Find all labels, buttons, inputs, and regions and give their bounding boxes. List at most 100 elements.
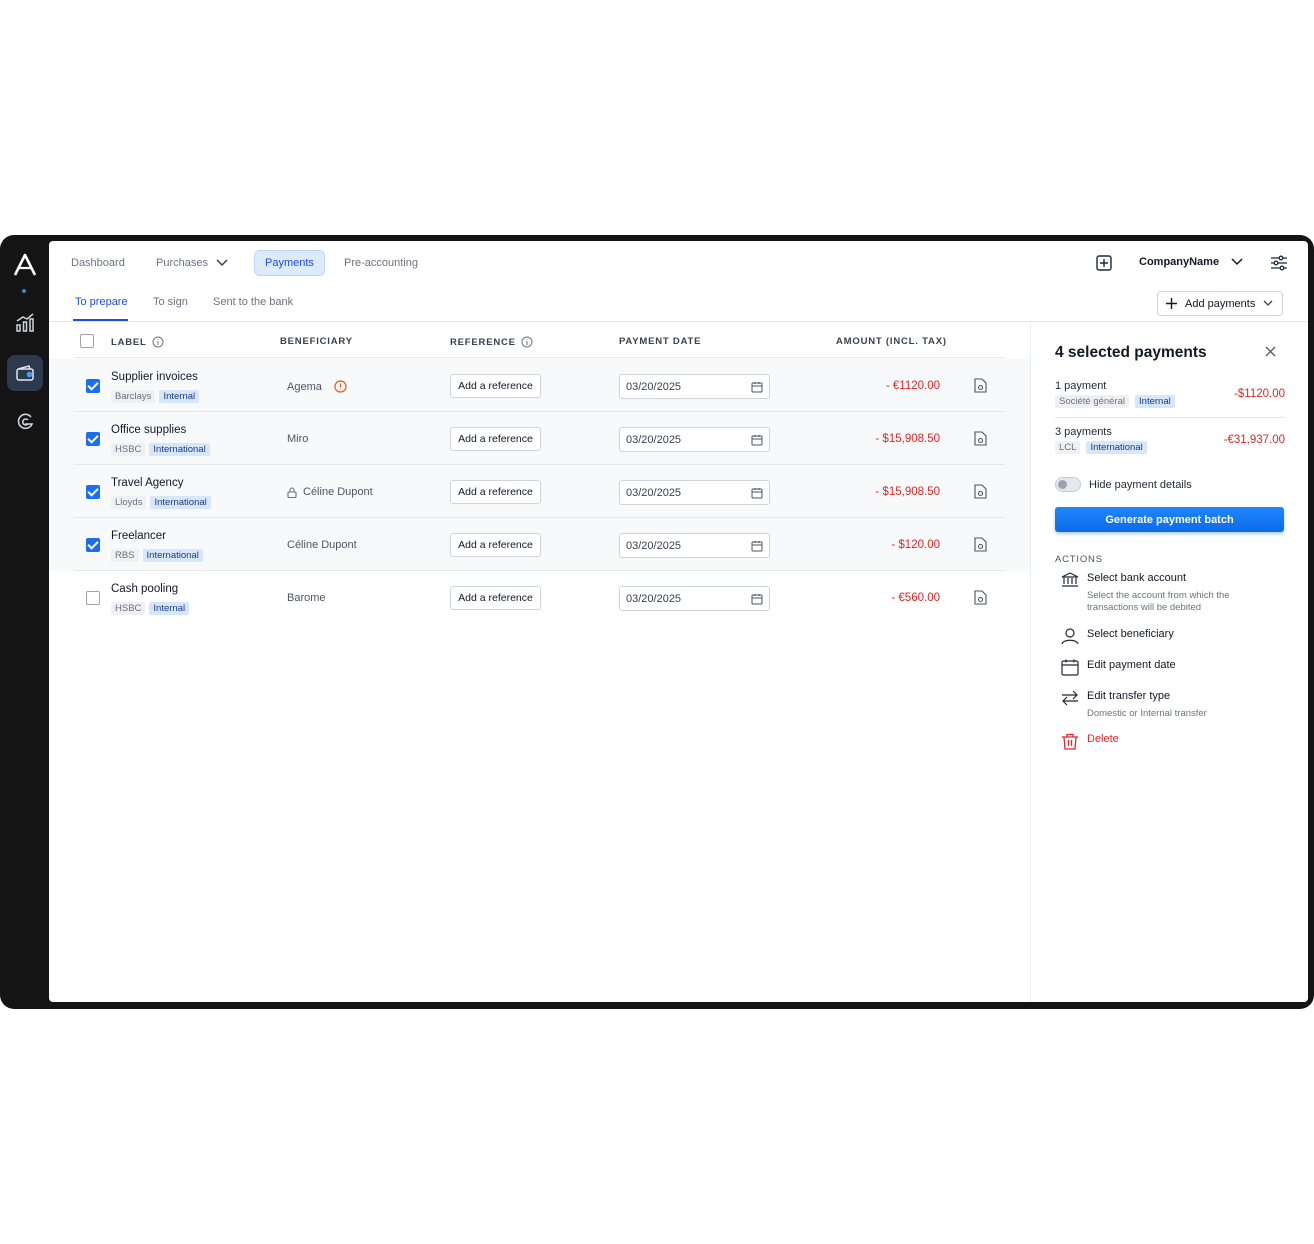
generate-batch-button[interactable]: Generate payment batch: [1055, 507, 1284, 532]
warning-icon[interactable]: [334, 380, 347, 393]
add-reference-button[interactable]: Add a reference: [450, 480, 541, 504]
settings-button[interactable]: [1270, 254, 1288, 272]
payment-date-input[interactable]: 03/20/2025: [619, 480, 770, 505]
transfer-type-tag: Internal: [149, 602, 190, 615]
summary-amount: -€31,937.00: [1223, 434, 1285, 446]
left-rail: [0, 235, 49, 1009]
col-payment-date: PAYMENT DATE: [619, 336, 701, 347]
row-amount: - €1120.00: [885, 380, 940, 392]
payment-summary: 3 payments LCL International -€31,937.00: [1055, 426, 1285, 454]
select-all-checkbox[interactable]: [80, 334, 94, 348]
document-icon[interactable]: [974, 484, 987, 499]
nav-pre-accounting[interactable]: Pre-accounting: [334, 250, 428, 276]
document-icon[interactable]: [974, 431, 987, 446]
row-label: Travel Agency: [111, 477, 184, 489]
chart-icon: [16, 313, 34, 332]
payment-date-value: 03/20/2025: [626, 592, 682, 605]
transfer-type-tag: Internal: [159, 390, 200, 403]
action-label: Select bank account: [1087, 572, 1187, 584]
table-row[interactable]: Freelancer RBS International Céline Dupon…: [49, 518, 1030, 571]
nav-purchases[interactable]: Purchases: [146, 250, 238, 276]
nav-dashboard[interactable]: Dashboard: [61, 250, 135, 276]
row-amount: - $15,908.50: [875, 486, 940, 498]
beneficiary: Céline Dupont: [287, 539, 357, 551]
integrations-rail-button[interactable]: [7, 404, 43, 440]
actions-heading: ACTIONS: [1055, 554, 1103, 565]
beneficiary-name: Agema: [287, 380, 322, 393]
beneficiary: Barome: [287, 592, 326, 604]
action-edit-payment-date[interactable]: Edit payment date: [1061, 659, 1176, 676]
nav-purchases-label: Purchases: [156, 257, 208, 269]
action-select-beneficiary[interactable]: Select beneficiary: [1061, 628, 1174, 645]
beneficiary-name: Céline Dupont: [287, 539, 357, 551]
bank-tag: Lloyds: [111, 496, 147, 509]
add-payments-label: Add payments: [1185, 297, 1256, 310]
add-reference-button[interactable]: Add a reference: [450, 427, 541, 451]
table-row[interactable]: Travel Agency Lloyds International Céline…: [49, 465, 1030, 518]
user-icon: [1061, 628, 1079, 645]
top-nav: Dashboard Purchases Payments Pre-account…: [49, 241, 1308, 285]
table-row[interactable]: Cash pooling HSBC Internal Barome Add a r…: [49, 571, 1030, 624]
action-description: Domestic or Internal transfer: [1087, 708, 1207, 719]
document-icon[interactable]: [974, 378, 987, 393]
payment-date-input[interactable]: 03/20/2025: [619, 427, 770, 452]
close-icon[interactable]: [1265, 346, 1276, 357]
app-logo[interactable]: [12, 253, 38, 277]
transfer-type-tag: International: [1086, 441, 1147, 454]
new-item-button[interactable]: [1095, 254, 1113, 272]
divider: [1055, 417, 1285, 418]
row-checkbox[interactable]: [86, 485, 100, 499]
add-reference-button[interactable]: Add a reference: [450, 586, 541, 610]
tab-to-prepare[interactable]: To prepare: [75, 296, 128, 308]
info-icon[interactable]: [152, 336, 164, 348]
nav-payments-label: Payments: [265, 257, 314, 269]
nav-payments[interactable]: Payments: [254, 250, 325, 276]
company-selector[interactable]: CompanyName: [1139, 256, 1243, 268]
company-name: CompanyName: [1139, 256, 1220, 268]
info-icon[interactable]: [521, 336, 533, 348]
sliders-icon: [1271, 255, 1287, 271]
payment-date-value: 03/20/2025: [626, 380, 682, 393]
action-edit-transfer-type[interactable]: Edit transfer type Domestic or Internal …: [1061, 690, 1257, 720]
add-payments-button[interactable]: Add payments: [1157, 291, 1283, 316]
action-select-bank-account[interactable]: Select bank account Select the account f…: [1061, 572, 1257, 614]
payment-date-value: 03/20/2025: [626, 433, 682, 446]
calendar-icon[interactable]: [751, 434, 763, 446]
payment-date-input[interactable]: 03/20/2025: [619, 586, 770, 611]
table-row[interactable]: Office supplies HSBC International Miro A…: [49, 412, 1030, 465]
row-checkbox[interactable]: [86, 379, 100, 393]
lock-icon: [287, 486, 297, 498]
calendar-icon[interactable]: [751, 381, 763, 393]
row-checkbox[interactable]: [86, 432, 100, 446]
table-row[interactable]: Supplier invoices Barclays Internal Agema…: [49, 359, 1030, 412]
row-checkbox[interactable]: [86, 591, 100, 605]
analytics-rail-button[interactable]: [7, 305, 43, 341]
action-description: Select the account from which the transa…: [1087, 590, 1230, 613]
calendar-icon[interactable]: [751, 487, 763, 499]
action-label: Delete: [1087, 733, 1119, 745]
active-indicator: [22, 289, 26, 293]
bank-tag: HSBC: [111, 443, 146, 456]
payment-date-input[interactable]: 03/20/2025: [619, 374, 770, 399]
col-reference-text: REFERENCE: [450, 336, 516, 348]
add-reference-button[interactable]: Add a reference: [450, 374, 541, 398]
payments-rail-button[interactable]: [7, 355, 43, 391]
nav-dashboard-label: Dashboard: [71, 257, 125, 269]
row-amount: - $120.00: [891, 539, 940, 551]
document-icon[interactable]: [974, 537, 987, 552]
action-label: Edit transfer type: [1087, 690, 1171, 702]
beneficiary: Miro: [287, 433, 308, 445]
calendar-icon[interactable]: [751, 540, 763, 552]
add-reference-button[interactable]: Add a reference: [450, 533, 541, 557]
chevron-down-icon: [216, 259, 228, 267]
tab-to-sign[interactable]: To sign: [153, 296, 188, 308]
action-delete[interactable]: Delete: [1061, 733, 1119, 750]
document-icon[interactable]: [974, 590, 987, 605]
tab-sent-to-bank[interactable]: Sent to the bank: [213, 296, 293, 308]
payment-date-input[interactable]: 03/20/2025: [619, 533, 770, 558]
row-label: Cash pooling: [111, 583, 179, 595]
row-checkbox[interactable]: [86, 538, 100, 552]
calendar-icon[interactable]: [751, 593, 763, 605]
transfer-type-tag: Internal: [1135, 395, 1175, 408]
hide-details-toggle[interactable]: [1055, 477, 1081, 492]
